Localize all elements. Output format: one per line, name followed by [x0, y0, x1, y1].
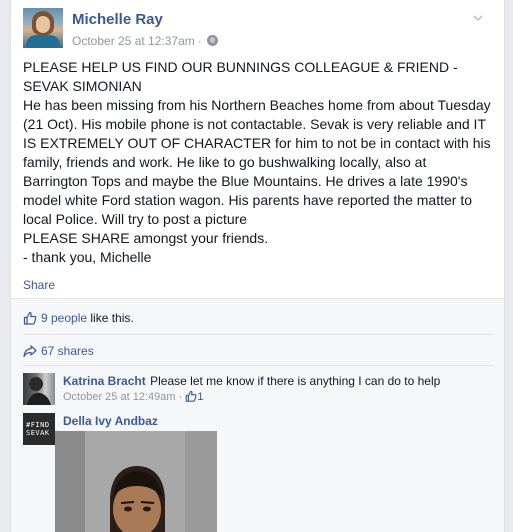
- likes-suffix: like this.: [87, 311, 134, 325]
- post-header: Michelle Ray October 25 at 12:37am ·: [23, 4, 494, 52]
- comment-like-count[interactable]: 1: [197, 391, 203, 403]
- comment-item: Katrina Bracht Please let me know if the…: [23, 373, 494, 409]
- post-body: PLEASE HELP US FIND OUR BUNNINGS COLLEAG…: [23, 58, 493, 267]
- post-paragraph: PLEASE HELP US FIND OUR BUNNINGS COLLEAG…: [23, 59, 458, 94]
- likes-link[interactable]: 9 people: [41, 311, 87, 325]
- comment-like-icon[interactable]: [185, 390, 197, 402]
- meta-separator: ·: [178, 391, 183, 403]
- post-timestamp[interactable]: October 25 at 12:37am: [72, 34, 195, 48]
- commenter-avatar[interactable]: [23, 373, 55, 405]
- comment-photo[interactable]: [55, 431, 217, 532]
- post-paragraph: PLEASE SHARE amongst your friends.: [23, 230, 269, 246]
- comment-timestamp[interactable]: October 25 at 12:49am: [63, 391, 176, 403]
- avatar-text: SEVAK: [26, 429, 50, 437]
- post-paragraph: - thank you, Michelle: [23, 249, 152, 265]
- shares-link[interactable]: 67 shares: [41, 344, 94, 358]
- avatar-text: #FIND: [26, 421, 50, 429]
- thumbs-up-icon: [23, 311, 37, 325]
- ufi-section: 9 people like this. 67 shares Katrina Br…: [11, 299, 504, 532]
- author-avatar[interactable]: [23, 8, 63, 48]
- globe-icon[interactable]: [206, 35, 218, 46]
- commenter-name[interactable]: Katrina Bracht: [63, 374, 146, 388]
- share-arrow-icon: [23, 344, 37, 358]
- comment-meta: October 25 at 12:49am · 1: [63, 389, 203, 405]
- share-link[interactable]: Share: [23, 278, 55, 292]
- likes-row: 9 people like this.: [23, 311, 134, 325]
- author-name[interactable]: Michelle Ray: [72, 11, 163, 28]
- chevron-down-icon[interactable]: [472, 12, 484, 24]
- post-paragraph: He has been missing from his Northern Be…: [23, 97, 491, 227]
- comment-text: Please let me know if there is anything …: [150, 374, 441, 388]
- post-meta: October 25 at 12:37am ·: [72, 34, 218, 48]
- divider: [23, 365, 494, 366]
- commenter-name[interactable]: Della Ivy Andbaz: [63, 414, 158, 428]
- meta-separator: ·: [197, 34, 202, 48]
- post-card: Michelle Ray October 25 at 12:37am · PLEA…: [10, 0, 505, 532]
- shares-row: 67 shares: [23, 344, 94, 358]
- divider: [23, 334, 494, 335]
- commenter-avatar[interactable]: #FIND SEVAK: [23, 413, 55, 445]
